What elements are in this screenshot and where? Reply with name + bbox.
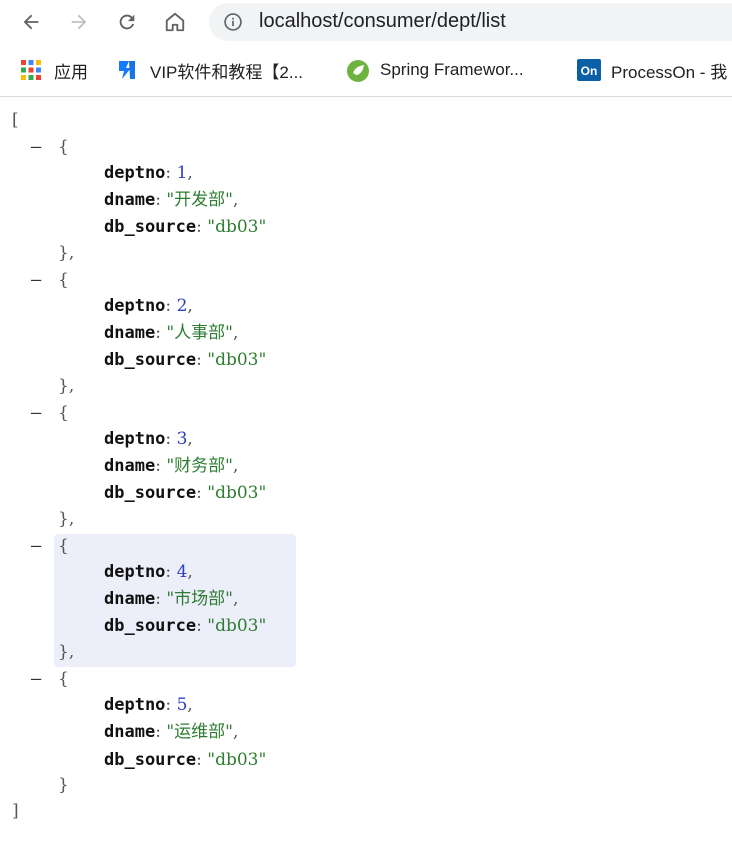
collapse-toggle[interactable]: – <box>31 400 41 427</box>
field-dname: dname: "人事部", <box>104 323 239 343</box>
field-dname: dname: "市场部", <box>104 589 239 609</box>
bookmark-label: Spring Framewor... <box>380 60 524 79</box>
deptno-value: 2 <box>176 296 188 316</box>
field-deptno: deptno: 3, <box>104 429 193 449</box>
dname-value: "开发部" <box>166 190 233 210</box>
dname-value: "人事部" <box>166 323 233 343</box>
db-source-value: "db03" <box>207 217 267 237</box>
bookmark-spring[interactable]: Spring Framewor... <box>346 57 524 83</box>
field-db-source: db_source: "db03" <box>104 483 267 503</box>
collapse-toggle[interactable]: – <box>31 134 41 161</box>
collapse-toggle[interactable]: – <box>31 267 41 294</box>
spring-leaf-icon <box>346 59 369 82</box>
bookmark-label: ProcessOn - 我 <box>611 62 728 82</box>
object-open-brace: { <box>58 270 69 290</box>
deptno-value: 3 <box>176 429 188 449</box>
field-deptno: deptno: 4, <box>104 562 193 582</box>
svg-text:On: On <box>581 64 598 78</box>
object-open-brace: { <box>58 669 69 689</box>
field-deptno: deptno: 2, <box>104 296 193 316</box>
blue-flag-icon <box>116 59 138 81</box>
deptno-value: 4 <box>176 562 188 582</box>
db-source-value: "db03" <box>207 350 267 370</box>
db-source-value: "db03" <box>207 750 267 770</box>
bookmark-apps[interactable]: 应用 <box>20 57 88 83</box>
field-db-source: db_source: "db03" <box>104 750 267 770</box>
field-dname: dname: "开发部", <box>104 190 239 210</box>
apps-grid-icon <box>20 59 42 81</box>
home-icon <box>165 12 185 32</box>
bookmark-processon[interactable]: On ProcessOn - 我 <box>577 57 727 83</box>
object-close-brace: }, <box>58 509 75 529</box>
field-db-source: db_source: "db03" <box>104 217 267 237</box>
field-db-source: db_source: "db03" <box>104 350 267 370</box>
address-bar[interactable]: localhost/consumer/dept/list <box>209 3 732 41</box>
field-dname: dname: "运维部", <box>104 722 239 742</box>
object-open-brace: { <box>58 403 69 423</box>
field-deptno: deptno: 1, <box>104 163 193 183</box>
processon-icon: On <box>577 59 601 81</box>
db-source-value: "db03" <box>207 483 267 503</box>
bookmark-vip[interactable]: VIP软件和教程【2... <box>116 57 303 83</box>
db-source-value: "db03" <box>207 616 267 636</box>
back-button[interactable] <box>15 6 47 38</box>
dname-value: "财务部" <box>166 456 233 476</box>
browser-toolbar: localhost/consumer/dept/list <box>0 0 732 44</box>
field-deptno: deptno: 5, <box>104 695 193 715</box>
deptno-value: 5 <box>176 695 188 715</box>
info-icon[interactable] <box>223 12 243 32</box>
bookmarks-bar: 应用 VIP软件和教程【2... Spring Framewor... On P… <box>0 44 732 97</box>
arrow-right-icon <box>71 14 87 30</box>
collapse-toggle[interactable]: – <box>31 666 41 693</box>
reload-button[interactable] <box>111 6 143 38</box>
dname-value: "运维部" <box>166 722 233 742</box>
forward-button[interactable] <box>63 6 95 38</box>
reload-icon <box>119 14 135 30</box>
field-db-source: db_source: "db03" <box>104 616 267 636</box>
arrow-left-icon <box>23 14 39 30</box>
object-close-brace: }, <box>58 243 75 263</box>
object-open-brace: { <box>58 536 69 556</box>
object-close-brace: }, <box>58 642 75 662</box>
bookmark-label: VIP软件和教程【2... <box>150 62 304 82</box>
home-button[interactable] <box>159 6 191 38</box>
url-text: localhost/consumer/dept/list <box>259 10 506 32</box>
object-open-brace: { <box>58 137 69 157</box>
bookmark-label: 应用 <box>54 62 88 82</box>
object-close-brace: }, <box>58 376 75 396</box>
collapse-toggle[interactable]: – <box>31 533 41 560</box>
json-viewer: [ – { deptno: 1, dname: "开发部", db_source… <box>0 97 732 855</box>
object-close-brace: } <box>58 775 69 795</box>
array-close-bracket: ] <box>12 801 19 821</box>
array-open-bracket: [ <box>12 110 19 130</box>
field-dname: dname: "财务部", <box>104 456 239 476</box>
dname-value: "市场部" <box>166 589 233 609</box>
deptno-value: 1 <box>176 163 188 183</box>
